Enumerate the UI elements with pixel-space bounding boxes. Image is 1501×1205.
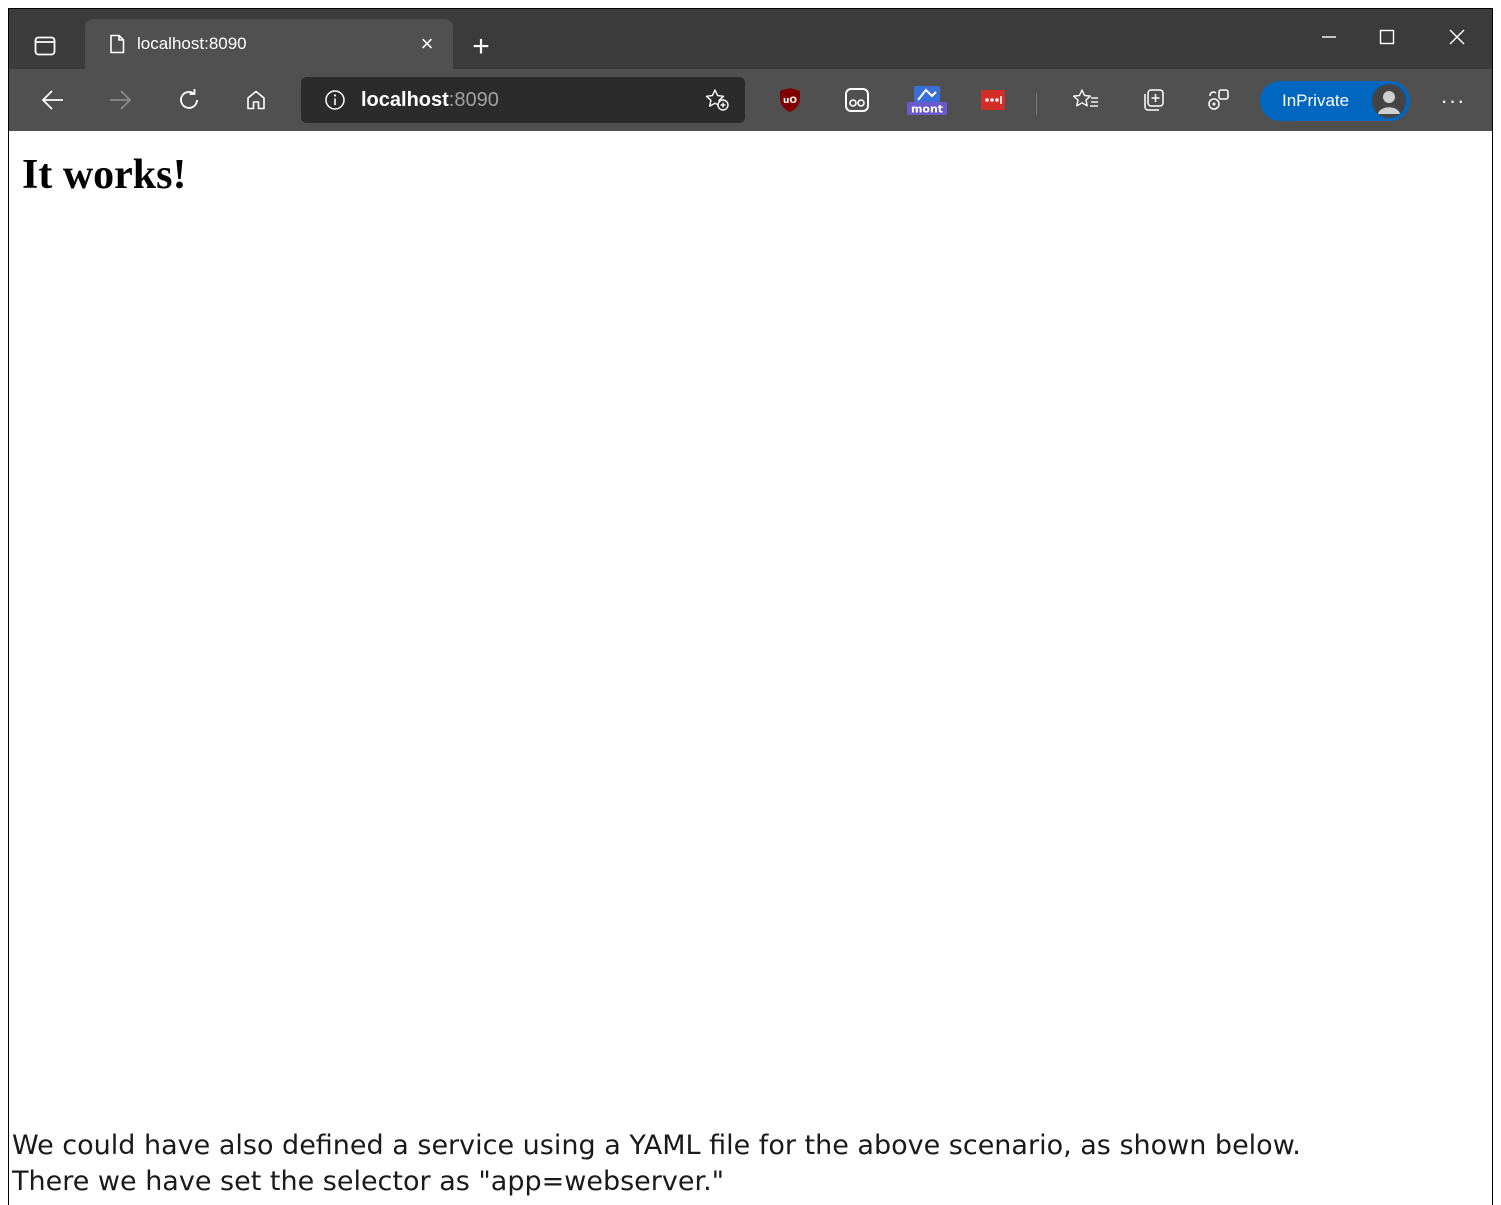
ublock-origin-icon[interactable]: uO bbox=[775, 85, 805, 115]
url-text: localhost:8090 bbox=[361, 89, 697, 112]
tab-title: localhost:8090 bbox=[137, 34, 247, 53]
inprivate-label: InPrivate bbox=[1282, 91, 1350, 110]
site-info-icon[interactable] bbox=[315, 77, 355, 123]
inprivate-button[interactable]: InPrivate bbox=[1260, 81, 1410, 121]
avatar bbox=[1372, 84, 1406, 118]
page-heading: It works! bbox=[22, 152, 187, 198]
tab-actions-icon[interactable] bbox=[27, 31, 63, 61]
caption-line-2: There we have set the selector as "app=w… bbox=[12, 1166, 725, 1197]
collections-icon[interactable] bbox=[1131, 79, 1175, 121]
caption-left-border bbox=[8, 1090, 9, 1205]
refresh-icon[interactable] bbox=[167, 79, 211, 121]
new-tab-button[interactable]: + bbox=[461, 29, 501, 65]
caption-text: We could have also defined a service usi… bbox=[12, 1128, 1492, 1200]
minimize-icon[interactable] bbox=[1296, 15, 1362, 59]
more-options-button[interactable]: ··· bbox=[1431, 81, 1475, 121]
toolbar-divider bbox=[1036, 93, 1037, 115]
url-host: localhost bbox=[361, 88, 449, 111]
page-content: It works! bbox=[9, 131, 1492, 1205]
browser-toolbar: localhost:8090 uO mont InPrivate ··· bbox=[9, 69, 1492, 131]
favorites-icon[interactable] bbox=[1064, 79, 1108, 121]
browser-window: localhost:8090 × + localhost:8090 uO mon… bbox=[8, 8, 1493, 1205]
maximize-icon[interactable] bbox=[1354, 15, 1420, 59]
extensions-icon[interactable] bbox=[1196, 79, 1240, 121]
month-calendar-extension-icon[interactable]: mont bbox=[905, 85, 949, 116]
tab-strip: localhost:8090 × + bbox=[9, 9, 1492, 69]
url-port: :8090 bbox=[448, 88, 499, 111]
page-icon bbox=[97, 19, 137, 69]
close-icon[interactable] bbox=[1424, 15, 1490, 59]
tab-close-icon[interactable]: × bbox=[407, 24, 447, 64]
caption-line-1: We could have also defined a service usi… bbox=[12, 1130, 1301, 1161]
address-bar[interactable]: localhost:8090 bbox=[301, 77, 745, 123]
svg-text:uO: uO bbox=[783, 96, 797, 106]
lastpass-icon[interactable] bbox=[978, 85, 1008, 115]
forward-icon[interactable] bbox=[98, 79, 142, 121]
svg-text:mont: mont bbox=[911, 103, 943, 116]
tab-active[interactable]: localhost:8090 × bbox=[85, 19, 453, 69]
add-favorite-icon[interactable] bbox=[697, 77, 737, 123]
extension-mask-icon[interactable] bbox=[842, 85, 872, 115]
back-icon[interactable] bbox=[31, 79, 75, 121]
home-icon[interactable] bbox=[234, 79, 278, 121]
